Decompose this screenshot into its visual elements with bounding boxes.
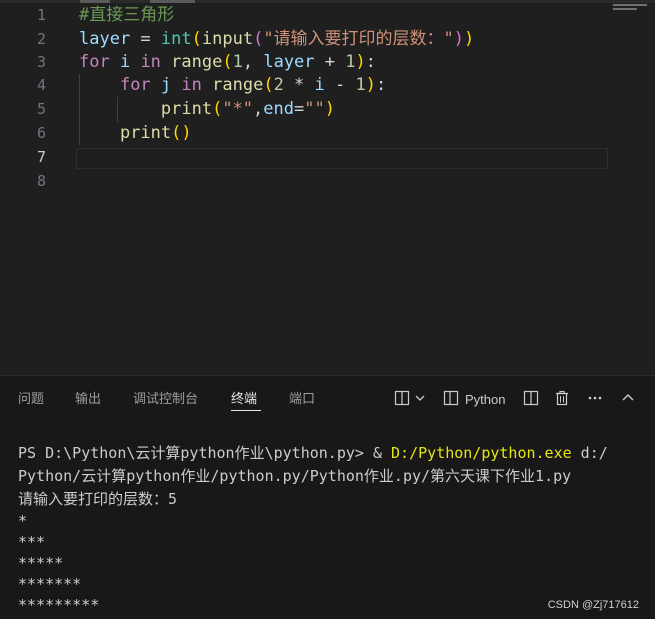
code-line-3[interactable]: 3 for i in range(1, layer + 1):: [0, 51, 655, 74]
more-icon[interactable]: [585, 388, 605, 408]
token: in: [181, 75, 202, 95]
token: ): [324, 99, 335, 119]
token: ,: [242, 52, 264, 72]
token: end: [263, 99, 295, 119]
split-layout-icon[interactable]: [521, 388, 541, 408]
token: input: [201, 29, 254, 49]
token: -: [324, 75, 356, 95]
token: print: [119, 123, 172, 143]
code-line-4[interactable]: 4 for j in range(2 * i - 1):: [0, 74, 655, 97]
token: in: [140, 52, 161, 72]
terminal-command-cont: Python/云计算python作业/python.py/Python作业.py…: [18, 467, 572, 485]
split-terminal-icon[interactable]: [392, 388, 412, 408]
terminal-output-line: *******: [18, 575, 82, 593]
terminal-exe-path: D:/Python/python.exe: [391, 444, 572, 462]
bottom-panel: 问题 输出 调试控制台 终端 端口 Python PS D:\Python\云计…: [0, 375, 655, 619]
token: =: [130, 29, 161, 49]
token: :: [376, 75, 387, 95]
token: j: [150, 75, 182, 95]
code-line-8[interactable]: 8: [0, 170, 655, 193]
token: 1: [355, 75, 366, 95]
token: for: [79, 52, 110, 72]
line-number: 2: [36, 30, 46, 48]
token: =: [294, 99, 305, 119]
terminal-icon[interactable]: [441, 388, 461, 408]
terminal-command-line: PS D:\Python\云计算python作业\python.py> & D:…: [18, 443, 608, 464]
token: int: [160, 29, 192, 49]
tab-terminal[interactable]: 终端: [231, 390, 257, 408]
token: ,: [253, 99, 264, 119]
editor-top-scroll-shadow: [0, 0, 655, 3]
terminal-arg: d:/: [571, 444, 608, 462]
tab-output[interactable]: 输出: [75, 390, 101, 408]
token: (: [222, 52, 233, 72]
token: ): [453, 29, 465, 49]
chevron-down-icon[interactable]: [413, 388, 427, 408]
line-number: 1: [36, 6, 46, 24]
comment: #直接三角形: [79, 5, 175, 25]
watermark: CSDN @Zj717612: [547, 599, 639, 611]
terminal-output-line: *: [18, 512, 28, 530]
token: ): [365, 75, 376, 95]
tab-problems[interactable]: 问题: [18, 390, 44, 408]
trash-icon[interactable]: [552, 388, 572, 408]
token: "请输入要打印的层数：": [263, 29, 454, 49]
token: :: [365, 52, 376, 72]
token: 1: [232, 52, 243, 72]
line-number: 8: [36, 172, 46, 190]
terminal-input-prompt: 请输入要打印的层数：5: [18, 490, 178, 508]
tab-ports[interactable]: 端口: [289, 390, 315, 408]
code-line-1[interactable]: 1 #直接三角形: [0, 4, 655, 27]
token: print: [160, 99, 213, 119]
token: (: [191, 29, 202, 49]
chevron-up-icon[interactable]: [618, 388, 638, 408]
token: (): [171, 123, 192, 143]
token: (: [253, 29, 264, 49]
terminal-output-line: *****: [18, 554, 64, 572]
terminal-profile-label[interactable]: Python: [465, 391, 505, 409]
line-number: 5: [36, 100, 46, 118]
token: (: [263, 75, 274, 95]
token: range: [171, 52, 223, 72]
token: ): [464, 29, 475, 49]
terminal-output-line: *********: [18, 596, 100, 614]
code-line-2[interactable]: 2 layer = int(input("请输入要打印的层数：")): [0, 28, 655, 51]
token: *: [283, 75, 315, 95]
token: for: [119, 75, 151, 95]
active-tab-indicator: [231, 410, 261, 411]
line-number: 4: [36, 76, 46, 94]
token: layer: [263, 52, 315, 72]
token: "": [304, 99, 325, 119]
terminal-output-line: ***: [18, 533, 46, 551]
code-line-6[interactable]: 6 print(): [0, 122, 655, 145]
token: i: [109, 52, 141, 72]
terminal-prompt: PS D:\Python\云计算python作业\python.py> &: [18, 444, 392, 462]
token: +: [314, 52, 346, 72]
token: 1: [345, 52, 356, 72]
token: "*": [222, 99, 254, 119]
token: range: [212, 75, 264, 95]
code-line-5[interactable]: 5 print("*",end=""): [0, 98, 655, 121]
code-line-7[interactable]: 7: [0, 146, 655, 169]
line-number: 7: [36, 148, 46, 166]
line-number: 3: [36, 53, 46, 71]
code-editor[interactable]: 1 #直接三角形 2 layer = int(input("请输入要打印的层数：…: [0, 0, 655, 375]
token: layer: [79, 29, 131, 49]
token: (: [212, 99, 223, 119]
line-number: 6: [36, 124, 46, 142]
token: 2: [273, 75, 284, 95]
tab-debug-console[interactable]: 调试控制台: [133, 390, 198, 408]
token: ): [355, 52, 366, 72]
token: i: [314, 75, 325, 95]
